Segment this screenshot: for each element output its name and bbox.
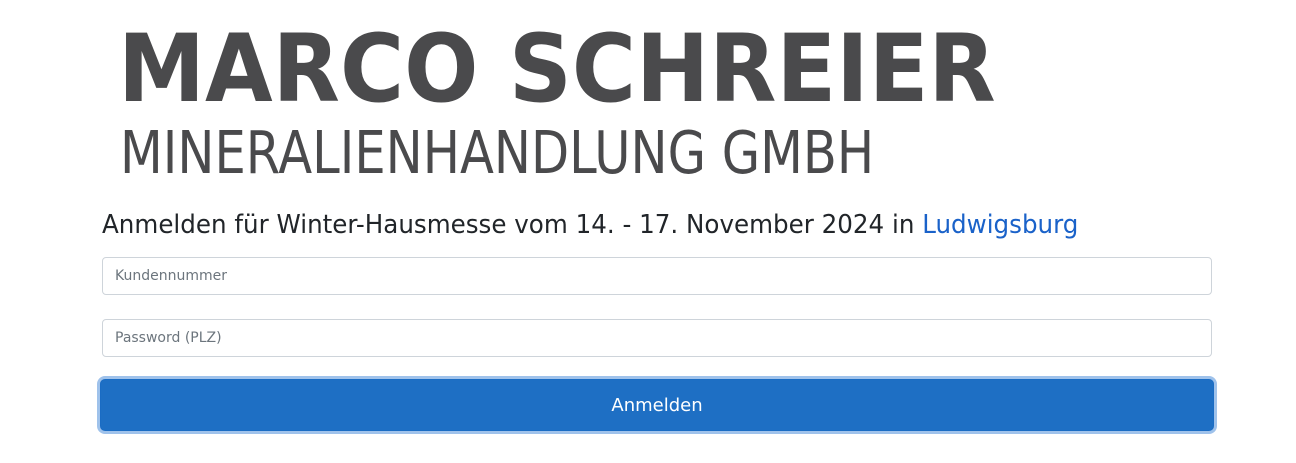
password-input[interactable] (102, 319, 1212, 357)
heading-text: Anmelden für Winter-Hausmesse vom 14. - … (102, 210, 923, 240)
page-heading: Anmelden für Winter-Hausmesse vom 14. - … (102, 207, 1078, 243)
login-button[interactable]: Anmelden (100, 379, 1214, 431)
logo-company-name: MARCO SCHREIER (118, 15, 996, 124)
customer-number-input[interactable] (102, 257, 1212, 295)
logo-company-subtitle: MINERALIENHANDLUNG GMBH (120, 118, 875, 187)
login-page: MARCO SCHREIER MINERALIENHANDLUNG GMBH A… (0, 0, 1296, 463)
company-logo: MARCO SCHREIER MINERALIENHANDLUNG GMBH (118, 22, 1048, 187)
location-link[interactable]: Ludwigsburg (922, 210, 1078, 240)
